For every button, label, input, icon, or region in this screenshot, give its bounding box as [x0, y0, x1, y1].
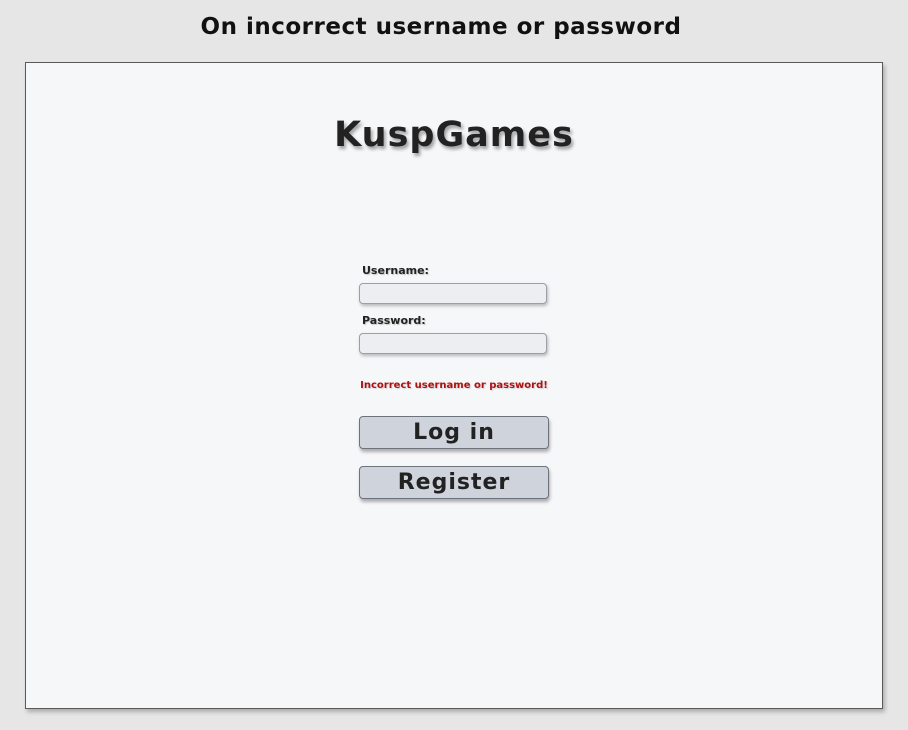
error-message: Incorrect username or password! [360, 380, 548, 391]
register-button[interactable]: Register [359, 466, 549, 499]
username-input[interactable] [359, 283, 547, 304]
username-label: Username: [362, 264, 429, 277]
login-button[interactable]: Log in [359, 416, 549, 449]
brand-title: KuspGames [334, 115, 574, 155]
password-label: Password: [362, 314, 426, 327]
login-screen: KuspGames Username: Password: Incorrect … [25, 62, 883, 709]
password-input[interactable] [359, 333, 547, 354]
annotation-caption: On incorrect username or password [200, 14, 682, 40]
